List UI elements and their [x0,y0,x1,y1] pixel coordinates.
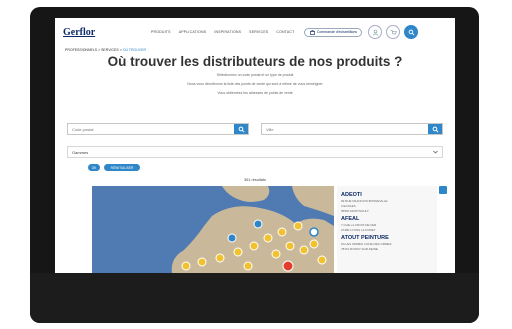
description-line-1: Sélectionnez un code postal et un type d… [216,73,294,77]
postal-code-input[interactable] [68,124,234,134]
store-address-line: 7 CHE LA CROIX DE FER [341,223,377,227]
map-cluster-marker[interactable] [309,239,319,249]
page-title: Où trouver les distributeurs de nos prod… [107,54,403,69]
map-cluster-marker[interactable] [181,261,191,271]
search-icon[interactable] [404,25,419,39]
store-address-line: 69 RUE FRANCOIS BONNEVILLE [341,199,388,203]
city-search-button[interactable] [428,124,442,134]
store-name[interactable]: ATOUT PEINTURE [341,235,433,241]
breadcrumb-path[interactable]: PROFESSIONNELS > SERVICES > [65,48,122,52]
description-line-2: Nous vous dévoilerons la liste des point… [187,82,323,86]
reset-button[interactable]: RÉINITIALISER [104,164,140,171]
nav-item-contact[interactable]: CONTACT [276,30,294,34]
map-cluster-marker[interactable] [285,241,295,251]
order-samples-label: Commande d'échantillons [316,30,358,34]
map-canvas [171,186,334,273]
nav-item-services[interactable]: SERVICES [249,30,268,34]
filter-actions: OK RÉINITIALISER [88,164,140,171]
range-filter-label: Gammes [72,149,89,155]
store-map[interactable] [92,186,334,273]
breadcrumb: PROFESSIONNELS > SERVICES > OÙ TROUVER [65,48,146,52]
site-header: Gerflor PRODUITS APPLICATIONS INSPIRATIO… [55,18,455,46]
map-cluster-marker[interactable] [197,257,207,267]
map-cluster-marker[interactable] [263,233,273,243]
city-search [261,123,443,135]
map-land-france [171,206,334,273]
search-icon [238,126,245,133]
browser-screen: Gerflor PRODUITS APPLICATIONS INSPIRATIO… [55,18,455,273]
order-samples-button[interactable]: Commande d'échantillons [304,27,363,37]
header-icons [368,25,419,39]
main-nav: PRODUITS APPLICATIONS INSPIRATIONS SERVI… [151,30,294,34]
store-address-line: 27480 LYONS LA FORET [341,228,376,232]
box-icon [310,29,315,35]
breadcrumb-current: OÙ TROUVER [122,48,146,52]
map-cluster-marker[interactable] [271,249,281,259]
map-cluster-marker[interactable] [253,219,263,229]
map-cluster-marker[interactable] [215,253,225,263]
store-address-line: 95560 MONTSOULT [341,209,369,213]
nav-item-produits[interactable]: PRODUITS [151,30,171,34]
city-input[interactable] [262,124,428,134]
nav-item-inspirations[interactable]: INSPIRATIONS [214,30,241,34]
map-cluster-marker[interactable] [277,227,287,237]
range-filter-dropdown[interactable]: Gammes [67,146,443,158]
search-row [67,123,443,135]
map-selected-marker[interactable] [282,260,294,272]
chevron-down-icon [433,150,438,154]
map-cluster-marker[interactable] [233,247,243,257]
map-cluster-marker[interactable] [299,245,309,255]
map-cluster-marker[interactable] [243,261,253,271]
map-land-benelux [292,186,334,216]
map-land-uk [222,186,270,202]
store-list: ADEOTI 69 RUE FRANCOIS BONNEVILLE 3 ECOL… [337,186,437,273]
results-count: 361 résultats [244,178,266,182]
ok-button[interactable]: OK [88,164,100,171]
store-address-line: 3 ECOLES [341,204,356,208]
scroll-up-button[interactable] [439,186,447,194]
cart-icon[interactable] [386,25,401,39]
map-cluster-marker[interactable] [317,255,327,265]
laptop-bezel [30,273,479,323]
map-cluster-marker[interactable] [249,241,259,251]
account-icon[interactable] [368,25,383,39]
search-icon [432,126,439,133]
postal-code-search [67,123,249,135]
map-cluster-marker[interactable] [227,233,237,243]
map-location-marker[interactable] [309,227,319,237]
store-address-line: ZA LES ORMES 4 RUE DES ORMES [341,242,392,246]
store-name[interactable]: ADEOTI [341,192,433,198]
store-name[interactable]: AFEAL [341,216,433,222]
nav-item-applications[interactable]: APPLICATIONS [179,30,207,34]
brand-logo[interactable]: Gerflor [63,27,133,38]
store-address-line: 78710 ROSNY-SUR-SEINE [341,247,378,251]
map-cluster-marker[interactable] [293,221,303,231]
description-line-3: Vous obtiendrez les adresses de points d… [217,91,293,95]
postal-search-button[interactable] [234,124,248,134]
